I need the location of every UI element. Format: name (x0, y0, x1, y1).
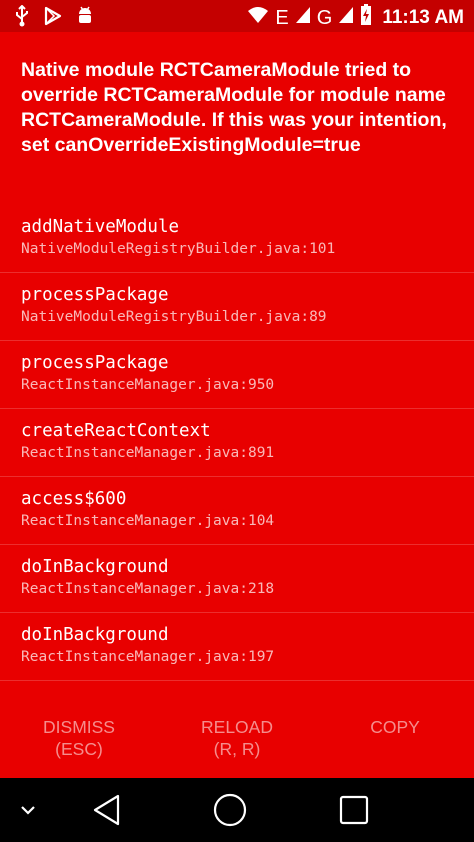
system-icons: E G 11:13 AM (247, 4, 464, 31)
reload-button[interactable]: RELOAD (R, R) (158, 706, 316, 778)
frame-method: addNativeModule (21, 217, 180, 237)
signal-icon-2 (338, 6, 354, 29)
frame-file: ReactInstanceManager.java:218 (21, 581, 275, 597)
stack-frame[interactable]: doInBackground ReactInstanceManager.java… (0, 545, 474, 613)
network-type-e: E (275, 6, 289, 29)
stack-frame[interactable]: processPackage NativeModuleRegistryBuild… (0, 273, 474, 341)
usb-icon (14, 4, 30, 32)
stack-trace: addNativeModule NativeModuleRegistryBuil… (0, 205, 474, 681)
dismiss-shortcut: (ESC) (55, 739, 103, 759)
notification-icons (14, 4, 94, 32)
copy-label: COPY (370, 717, 420, 737)
frame-file: NativeModuleRegistryBuilder.java:101 (21, 241, 336, 257)
back-icon[interactable] (84, 778, 128, 842)
dismiss-button[interactable]: DISMISS (ESC) (0, 706, 158, 778)
android-debug-icon (76, 5, 94, 32)
clock: 11:13 AM (382, 6, 464, 28)
network-type-g: G (316, 6, 333, 29)
frame-method: doInBackground (21, 557, 169, 577)
home-icon[interactable] (208, 778, 252, 842)
signal-icon (295, 6, 311, 29)
reload-shortcut: (R, R) (213, 739, 261, 759)
frame-file: ReactInstanceManager.java:891 (21, 445, 275, 461)
battery-icon (360, 4, 372, 31)
play-store-icon (44, 6, 62, 31)
wifi-icon (247, 6, 269, 29)
frame-file: ReactInstanceManager.java:197 (21, 649, 275, 665)
frame-method: processPackage (21, 285, 169, 305)
frame-file: ReactInstanceManager.java:950 (21, 377, 275, 393)
frame-method: access$600 (21, 489, 127, 509)
reload-label: RELOAD (201, 717, 273, 737)
action-bar: DISMISS (ESC) RELOAD (R, R) COPY (0, 706, 474, 778)
stack-frame[interactable]: createReactContext ReactInstanceManager.… (0, 409, 474, 477)
navigation-bar (0, 778, 474, 842)
stack-frame[interactable]: processPackage ReactInstanceManager.java… (0, 341, 474, 409)
dismiss-label: DISMISS (43, 717, 115, 737)
frame-method: processPackage (21, 353, 169, 373)
stack-frame[interactable]: addNativeModule NativeModuleRegistryBuil… (0, 205, 474, 273)
recents-icon[interactable] (332, 778, 376, 842)
frame-method: createReactContext (21, 421, 211, 441)
status-bar: E G 11:13 AM (0, 0, 474, 32)
stack-frame[interactable]: access$600 ReactInstanceManager.java:104 (0, 477, 474, 545)
error-message: Native module RCTCameraModule tried to o… (21, 59, 447, 156)
frame-method: doInBackground (21, 625, 169, 645)
chevron-down-icon[interactable] (10, 778, 46, 842)
stack-frame[interactable]: doInBackground ReactInstanceManager.java… (0, 613, 474, 681)
frame-file: NativeModuleRegistryBuilder.java:89 (21, 309, 327, 325)
frame-file: ReactInstanceManager.java:104 (21, 513, 275, 529)
copy-button[interactable]: COPY (316, 706, 474, 778)
